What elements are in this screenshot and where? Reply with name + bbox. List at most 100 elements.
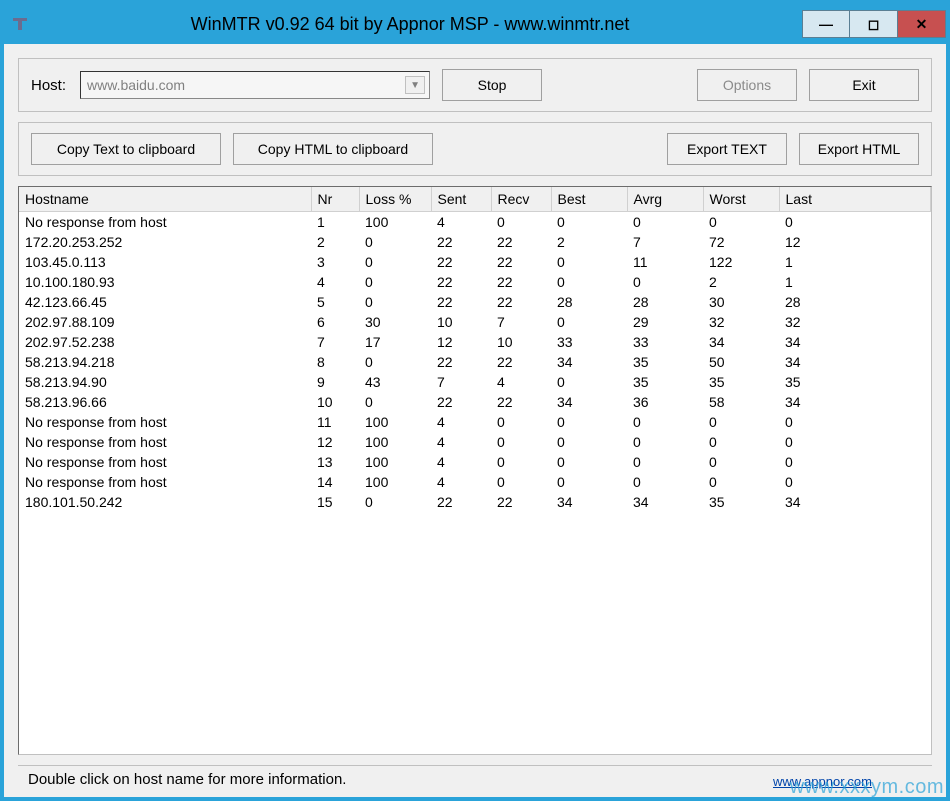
cell-hostname: 42.123.66.45 bbox=[19, 292, 311, 312]
cell-loss: 100 bbox=[359, 452, 431, 472]
cell-best: 0 bbox=[551, 312, 627, 332]
table-row[interactable]: 202.97.52.238717121033333434 bbox=[19, 332, 931, 352]
cell-avrg: 7 bbox=[627, 232, 703, 252]
table-row[interactable]: 180.101.50.242150222234343534 bbox=[19, 492, 931, 512]
col-sent[interactable]: Sent bbox=[431, 187, 491, 212]
cell-worst: 58 bbox=[703, 392, 779, 412]
cell-avrg: 33 bbox=[627, 332, 703, 352]
close-button[interactable]: ✕ bbox=[898, 10, 946, 38]
cell-recv: 22 bbox=[491, 352, 551, 372]
cell-recv: 10 bbox=[491, 332, 551, 352]
window-title: WinMTR v0.92 64 bit by Appnor MSP - www.… bbox=[38, 14, 802, 35]
cell-avrg: 0 bbox=[627, 272, 703, 292]
cell-last: 12 bbox=[779, 232, 931, 252]
col-last[interactable]: Last bbox=[779, 187, 931, 212]
chevron-down-icon[interactable]: ▼ bbox=[405, 76, 425, 94]
options-button: Options bbox=[697, 69, 797, 101]
cell-hostname: No response from host bbox=[19, 412, 311, 432]
cell-avrg: 36 bbox=[627, 392, 703, 412]
export-html-label: Export HTML bbox=[818, 141, 900, 157]
cell-best: 0 bbox=[551, 252, 627, 272]
cell-hostname: No response from host bbox=[19, 432, 311, 452]
results-table-container: Hostname Nr Loss % Sent Recv Best Avrg W… bbox=[18, 186, 932, 755]
table-row[interactable]: 202.97.88.1096301070293232 bbox=[19, 312, 931, 332]
cell-nr: 11 bbox=[311, 412, 359, 432]
cell-recv: 22 bbox=[491, 392, 551, 412]
cell-loss: 100 bbox=[359, 212, 431, 232]
exit-button[interactable]: Exit bbox=[809, 69, 919, 101]
col-loss[interactable]: Loss % bbox=[359, 187, 431, 212]
export-text-button[interactable]: Export TEXT bbox=[667, 133, 787, 165]
cell-nr: 12 bbox=[311, 432, 359, 452]
status-text: Double click on host name for more infor… bbox=[28, 771, 346, 788]
table-row[interactable]: 58.213.94.21880222234355034 bbox=[19, 352, 931, 372]
cell-loss: 100 bbox=[359, 472, 431, 492]
cell-sent: 4 bbox=[431, 432, 491, 452]
table-row[interactable]: 10.100.180.934022220021 bbox=[19, 272, 931, 292]
cell-hostname: 10.100.180.93 bbox=[19, 272, 311, 292]
cell-recv: 0 bbox=[491, 412, 551, 432]
results-table[interactable]: Hostname Nr Loss % Sent Recv Best Avrg W… bbox=[19, 187, 931, 512]
table-row[interactable]: No response from host14100400000 bbox=[19, 472, 931, 492]
col-nr[interactable]: Nr bbox=[311, 187, 359, 212]
cell-hostname: No response from host bbox=[19, 472, 311, 492]
cell-recv: 0 bbox=[491, 472, 551, 492]
table-row[interactable]: 172.20.253.252202222277212 bbox=[19, 232, 931, 252]
cell-best: 34 bbox=[551, 492, 627, 512]
cell-nr: 2 bbox=[311, 232, 359, 252]
cell-loss: 0 bbox=[359, 232, 431, 252]
cell-best: 2 bbox=[551, 232, 627, 252]
cell-recv: 22 bbox=[491, 492, 551, 512]
host-label: Host: bbox=[31, 77, 66, 94]
cell-avrg: 28 bbox=[627, 292, 703, 312]
cell-loss: 30 bbox=[359, 312, 431, 332]
cell-worst: 32 bbox=[703, 312, 779, 332]
table-row[interactable]: No response from host12100400000 bbox=[19, 432, 931, 452]
host-combobox[interactable]: www.baidu.com ▼ bbox=[80, 71, 430, 99]
cell-sent: 22 bbox=[431, 232, 491, 252]
copy-html-button[interactable]: Copy HTML to clipboard bbox=[233, 133, 433, 165]
cell-hostname: 202.97.88.109 bbox=[19, 312, 311, 332]
cell-sent: 22 bbox=[431, 392, 491, 412]
cell-loss: 100 bbox=[359, 412, 431, 432]
cell-loss: 0 bbox=[359, 392, 431, 412]
table-row[interactable]: No response from host1100400000 bbox=[19, 212, 931, 232]
cell-last: 1 bbox=[779, 272, 931, 292]
cell-hostname: No response from host bbox=[19, 452, 311, 472]
titlebar: WinMTR v0.92 64 bit by Appnor MSP - www.… bbox=[4, 4, 946, 44]
cell-worst: 35 bbox=[703, 492, 779, 512]
export-html-button[interactable]: Export HTML bbox=[799, 133, 919, 165]
appnor-link[interactable]: www.appnor.com bbox=[773, 774, 872, 789]
table-row[interactable]: 42.123.66.4550222228283028 bbox=[19, 292, 931, 312]
cell-last: 0 bbox=[779, 412, 931, 432]
stop-button[interactable]: Stop bbox=[442, 69, 542, 101]
copy-text-button[interactable]: Copy Text to clipboard bbox=[31, 133, 221, 165]
minimize-button[interactable]: — bbox=[802, 10, 850, 38]
table-row[interactable]: No response from host13100400000 bbox=[19, 452, 931, 472]
col-hostname[interactable]: Hostname bbox=[19, 187, 311, 212]
col-best[interactable]: Best bbox=[551, 187, 627, 212]
statusbar: Double click on host name for more infor… bbox=[18, 765, 932, 793]
export-text-label: Export TEXT bbox=[687, 141, 767, 157]
cell-recv: 22 bbox=[491, 252, 551, 272]
cell-sent: 22 bbox=[431, 292, 491, 312]
cell-nr: 9 bbox=[311, 372, 359, 392]
maximize-button[interactable]: ◻ bbox=[850, 10, 898, 38]
cell-loss: 43 bbox=[359, 372, 431, 392]
cell-last: 0 bbox=[779, 472, 931, 492]
host-value: www.baidu.com bbox=[87, 77, 185, 93]
col-recv[interactable]: Recv bbox=[491, 187, 551, 212]
table-row[interactable]: No response from host11100400000 bbox=[19, 412, 931, 432]
cell-avrg: 35 bbox=[627, 372, 703, 392]
table-row[interactable]: 103.45.0.1133022220111221 bbox=[19, 252, 931, 272]
cell-best: 0 bbox=[551, 472, 627, 492]
col-worst[interactable]: Worst bbox=[703, 187, 779, 212]
table-row[interactable]: 58.213.96.66100222234365834 bbox=[19, 392, 931, 412]
table-row[interactable]: 58.213.94.90943740353535 bbox=[19, 372, 931, 392]
col-avrg[interactable]: Avrg bbox=[627, 187, 703, 212]
cell-recv: 0 bbox=[491, 212, 551, 232]
cell-nr: 6 bbox=[311, 312, 359, 332]
cell-worst: 72 bbox=[703, 232, 779, 252]
cell-worst: 34 bbox=[703, 332, 779, 352]
cell-nr: 7 bbox=[311, 332, 359, 352]
